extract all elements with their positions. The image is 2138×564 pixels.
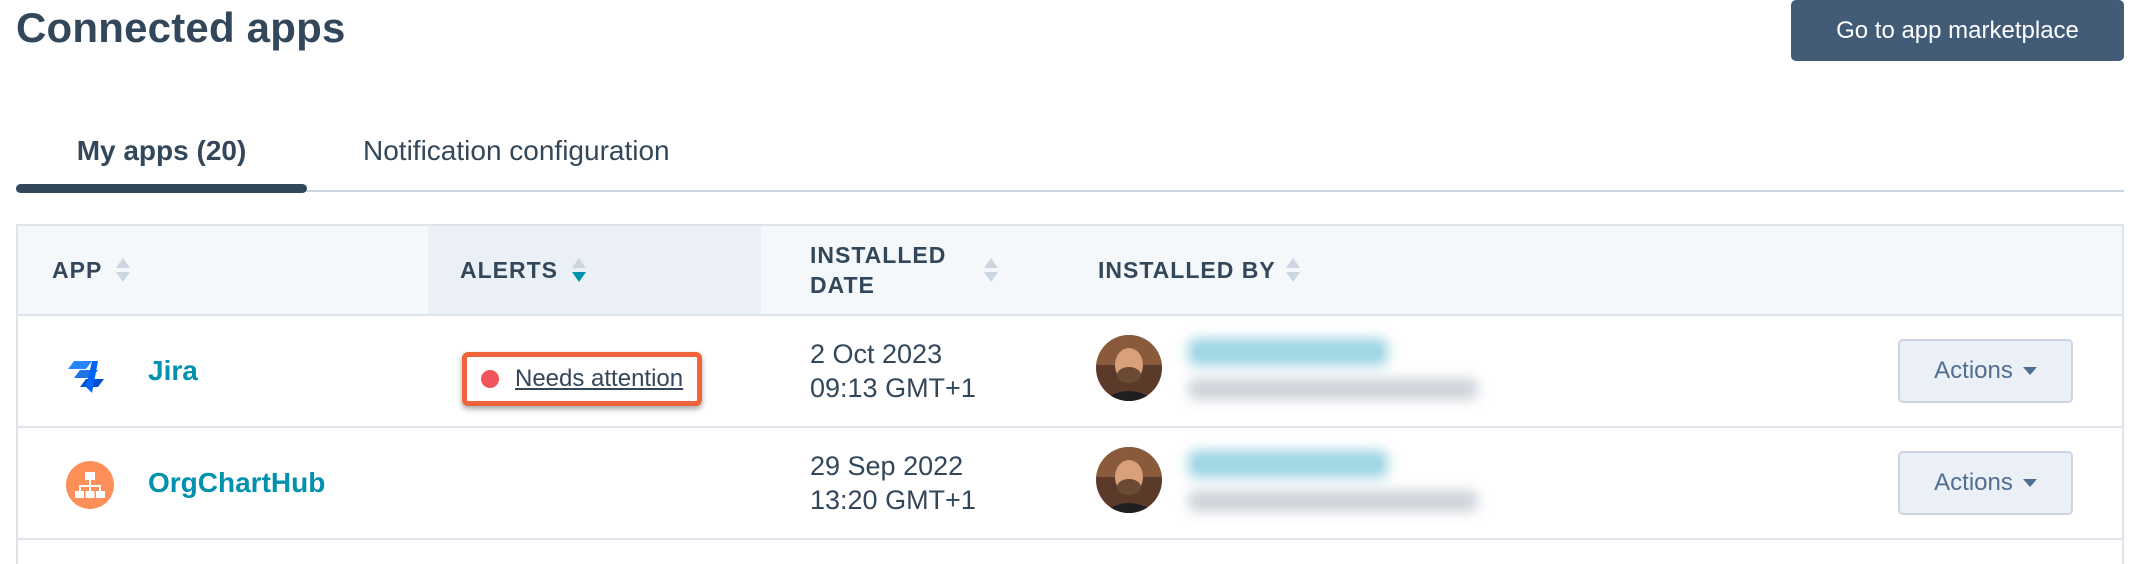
- installer-email-redacted: [1188, 378, 1478, 400]
- app-name-link[interactable]: OrgChartHub: [148, 467, 325, 499]
- jira-icon: [68, 361, 104, 393]
- caret-down-icon: [2022, 479, 2037, 487]
- page-title: Connected apps: [16, 4, 346, 51]
- actions-button-label: Actions: [1934, 469, 2013, 496]
- installer-email-redacted: [1188, 490, 1478, 512]
- column-header-app-label: APP: [52, 256, 103, 283]
- column-header-installed-by[interactable]: INSTALLED BY: [1098, 226, 1398, 314]
- sort-icon: [116, 258, 131, 282]
- tabs-divider: [16, 190, 2124, 192]
- installed-date-day: 2 Oct 2023: [810, 339, 943, 369]
- installed-date-time: 13:20 GMT+1: [810, 485, 976, 515]
- sort-descending-icon: [572, 258, 586, 282]
- active-tab-indicator: [16, 184, 307, 193]
- column-header-installed-date-label: INSTALLED DATE: [810, 240, 946, 300]
- avatar: [1096, 335, 1162, 401]
- apps-table: APP ALERTS INSTALLED DATE INSTALLED BY J…: [16, 224, 2124, 564]
- avatar: [1096, 447, 1162, 513]
- app-name-link[interactable]: Jira: [148, 355, 198, 387]
- installer-name-redacted: [1188, 450, 1388, 478]
- actions-dropdown-button[interactable]: Actions: [1898, 339, 2073, 403]
- installed-date-time: 09:13 GMT+1: [810, 373, 976, 403]
- tab-my-apps[interactable]: My apps (20): [16, 110, 307, 192]
- column-header-installed-date-line1: INSTALLED: [810, 242, 947, 268]
- actions-button-label: Actions: [1934, 357, 2013, 384]
- installer-name-redacted: [1188, 338, 1388, 366]
- column-header-installed-date[interactable]: INSTALLED DATE: [810, 226, 1060, 314]
- table-row: Jira Needs attention 2 Oct 2023 09:13 GM…: [18, 316, 2122, 428]
- column-header-installed-by-label: INSTALLED BY: [1098, 256, 1276, 283]
- column-header-alerts-label: ALERTS: [460, 256, 558, 283]
- table-row: OrgChartHub 29 Sep 2022 13:20 GMT+1 Acti…: [18, 428, 2122, 540]
- installed-date: 2 Oct 2023 09:13 GMT+1: [810, 337, 976, 405]
- needs-attention-link[interactable]: Needs attention: [515, 365, 683, 393]
- alert-highlight: Needs attention: [462, 352, 703, 406]
- org-chart-icon: [66, 461, 114, 509]
- alert-status-dot: [481, 370, 499, 388]
- actions-dropdown-button[interactable]: Actions: [1898, 451, 2073, 515]
- installed-date: 29 Sep 2022 13:20 GMT+1: [810, 449, 976, 517]
- column-header-app[interactable]: APP: [18, 226, 316, 314]
- tabs: My apps (20) Notification configuration: [16, 110, 2124, 192]
- installed-date-day: 29 Sep 2022: [810, 451, 964, 481]
- column-header-installed-date-line2: DATE: [810, 272, 875, 298]
- sort-icon: [984, 258, 999, 282]
- table-header: APP ALERTS INSTALLED DATE INSTALLED BY: [18, 226, 2122, 316]
- tab-notification-configuration[interactable]: Notification configuration: [363, 110, 670, 192]
- sort-icon: [1285, 258, 1300, 282]
- column-header-alerts[interactable]: ALERTS: [428, 226, 761, 314]
- caret-down-icon: [2022, 367, 2037, 375]
- go-to-app-marketplace-button[interactable]: Go to app marketplace: [1791, 0, 2124, 61]
